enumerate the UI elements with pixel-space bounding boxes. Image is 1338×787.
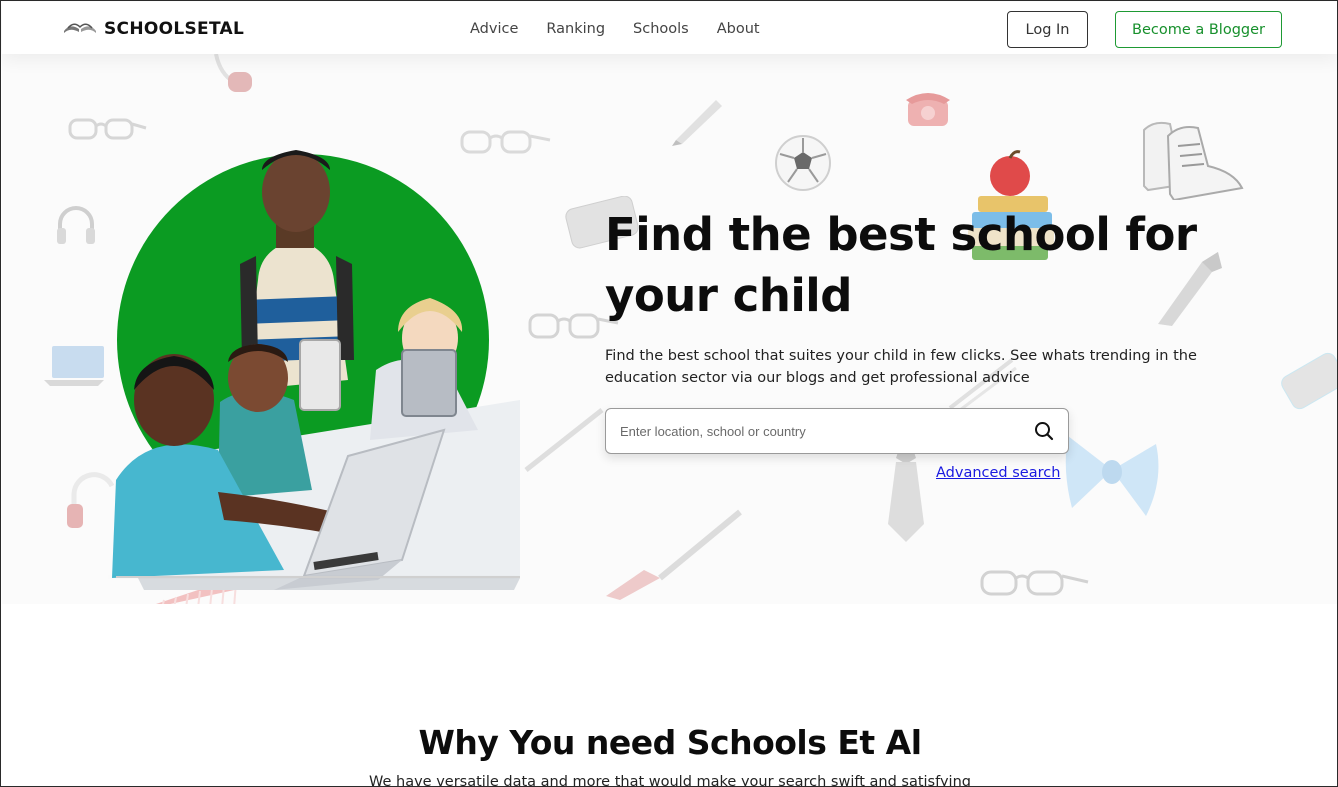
browser-frame: SCHOOLSETAL Advice Ranking Schools About… [0, 0, 1338, 787]
hero-subtitle: Find the best school that suites your ch… [605, 348, 1197, 386]
glasses-icon [980, 570, 1089, 596]
site-header: SCHOOLSETAL Advice Ranking Schools About… [2, 2, 1337, 54]
necktie-icon [888, 446, 924, 542]
hero-title-line-1: Find the best school for [605, 208, 1197, 261]
main-nav: Advice Ranking Schools About [470, 21, 760, 37]
sneakers-icon [1143, 121, 1244, 200]
telephone-icon [906, 93, 950, 126]
headphones-icon [67, 472, 114, 528]
pencil-icon [672, 100, 722, 146]
hero-children-image [112, 150, 520, 590]
search-icon[interactable] [1034, 421, 1054, 441]
advanced-search-link[interactable]: Advanced search [936, 465, 1060, 481]
logo[interactable]: SCHOOLSETAL [62, 19, 244, 39]
login-button[interactable]: Log In [1007, 11, 1088, 48]
search-box [605, 408, 1069, 454]
bowtie-icon [1065, 436, 1159, 516]
pencil-icon [524, 408, 604, 472]
nav-about[interactable]: About [717, 21, 760, 37]
hero-title-line-2: your child [605, 269, 852, 322]
nav-advice[interactable]: Advice [470, 21, 518, 37]
brush-icon [606, 509, 742, 600]
hero-title: Find the best school for your child [605, 204, 1205, 326]
headphones-icon [214, 54, 252, 92]
soccer-ball-icon [775, 135, 831, 191]
search-input[interactable] [620, 409, 1020, 453]
phone-icon [1281, 352, 1337, 410]
logo-text: SCHOOLSETAL [104, 19, 245, 39]
book-logo-icon [62, 20, 98, 39]
become-blogger-button[interactable]: Become a Blogger [1115, 11, 1282, 48]
nav-schools[interactable]: Schools [633, 21, 689, 37]
nav-ranking[interactable]: Ranking [546, 21, 605, 37]
headphones-icon [57, 206, 95, 244]
section-title: Why You need Schools Et Al [418, 723, 922, 762]
hero-section: Find the best school for your child Find… [2, 54, 1337, 604]
section-subtitle: We have versatile data and more that wou… [369, 774, 971, 787]
laptop-icon [44, 346, 104, 386]
